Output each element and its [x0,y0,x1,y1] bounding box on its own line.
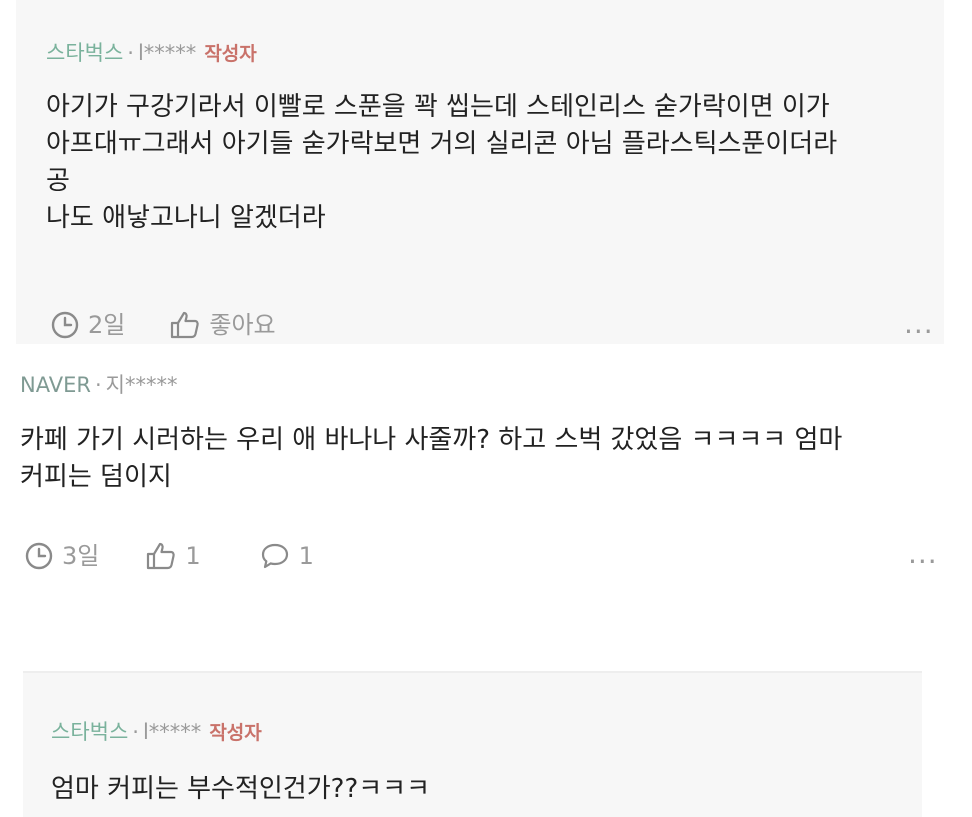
comment-text-line: 아기가 구강기라서 이빨로 스푼을 꽉 씹는데 스테인리스 숟가락이면 이가 [46,92,830,122]
comment-actions: 2일 좋아요 [50,310,276,340]
comment-body: 카페 가기 시러하는 우리 애 바나나 사줄까? 하고 스벅 갔었음 ㅋㅋㅋㅋ … [20,422,842,496]
meta-separator: · [127,41,134,65]
comment-meta: 스타벅스 · l***** 작성자 [51,718,262,747]
like-count: 1 [185,542,201,570]
masked-username: l***** [142,720,202,744]
comment-text-line: 아프대ㅠ그래서 아기들 숟가락보면 거의 실리콘 아님 플라스틱스푼이더라 [46,129,838,159]
comment-text-line: 공 [46,166,70,196]
comment-meta: 스타벅스 · l***** 작성자 [46,39,257,68]
masked-username: l***** [137,41,197,65]
author-badge: 작성자 [204,43,257,65]
time-text: 3일 [62,542,100,570]
time-text: 2일 [88,311,126,339]
comment-text-line: 커피는 덤이지 [20,462,172,492]
comment-actions: 3일 1 1 [24,541,314,571]
thumbs-up-icon [171,311,200,339]
clock-icon [25,542,53,570]
more-dots-icon[interactable]: ··· [904,318,934,346]
comment-body: 아기가 구강기라서 이빨로 스푼을 꽉 씹는데 스테인리스 숟가락이면 이가 아… [46,89,837,237]
reply-count: 1 [298,542,314,570]
comment-author-name[interactable]: NAVER [20,373,91,397]
thumbs-up-icon [147,542,176,570]
masked-username: 지***** [105,373,178,397]
comment-meta: NAVER · 지***** [20,371,177,399]
comment-author-name[interactable]: 스타벅스 [46,41,123,65]
speech-bubble-icon [261,543,288,569]
comment-body: 엄마 커피는 부수적인건가??ㅋㅋㅋ [51,771,430,808]
author-badge: 작성자 [209,722,262,744]
comment-text-line: 카페 가기 시러하는 우리 애 바나나 사줄까? 하고 스벅 갔었음 ㅋㅋㅋㅋ … [20,425,843,455]
comment-time: 3일 [24,541,99,571]
meta-separator: · [132,720,139,744]
comment-author-reply-2: 스타벅스 · l***** 작성자 엄마 커피는 부수적인건가??ㅋㅋㅋ [23,671,922,817]
comment-author-name[interactable]: 스타벅스 [51,720,128,744]
clock-icon [51,311,79,339]
like-button[interactable]: 1 [145,541,201,571]
comment-author-reply-1: 스타벅스 · l***** 작성자 아기가 구강기라서 이빨로 스푼을 꽉 씹는데 스… [16,0,944,346]
more-dots-icon[interactable]: ··· [908,548,938,576]
like-label: 좋아요 [209,311,276,339]
comment-time: 2일 [50,310,125,340]
meta-separator: · [94,373,102,397]
comment-2: NAVER · 지***** 카페 가기 시러하는 우리 애 바나나 사줄까? 하고… [0,344,972,664]
reply-button[interactable]: 1 [259,541,314,571]
like-button[interactable]: 좋아요 [169,310,276,340]
comment-text-line: 엄마 커피는 부수적인건가??ㅋㅋㅋ [51,774,431,804]
comment-text-line: 나도 애낳고나니 알겠더라 [46,203,326,233]
